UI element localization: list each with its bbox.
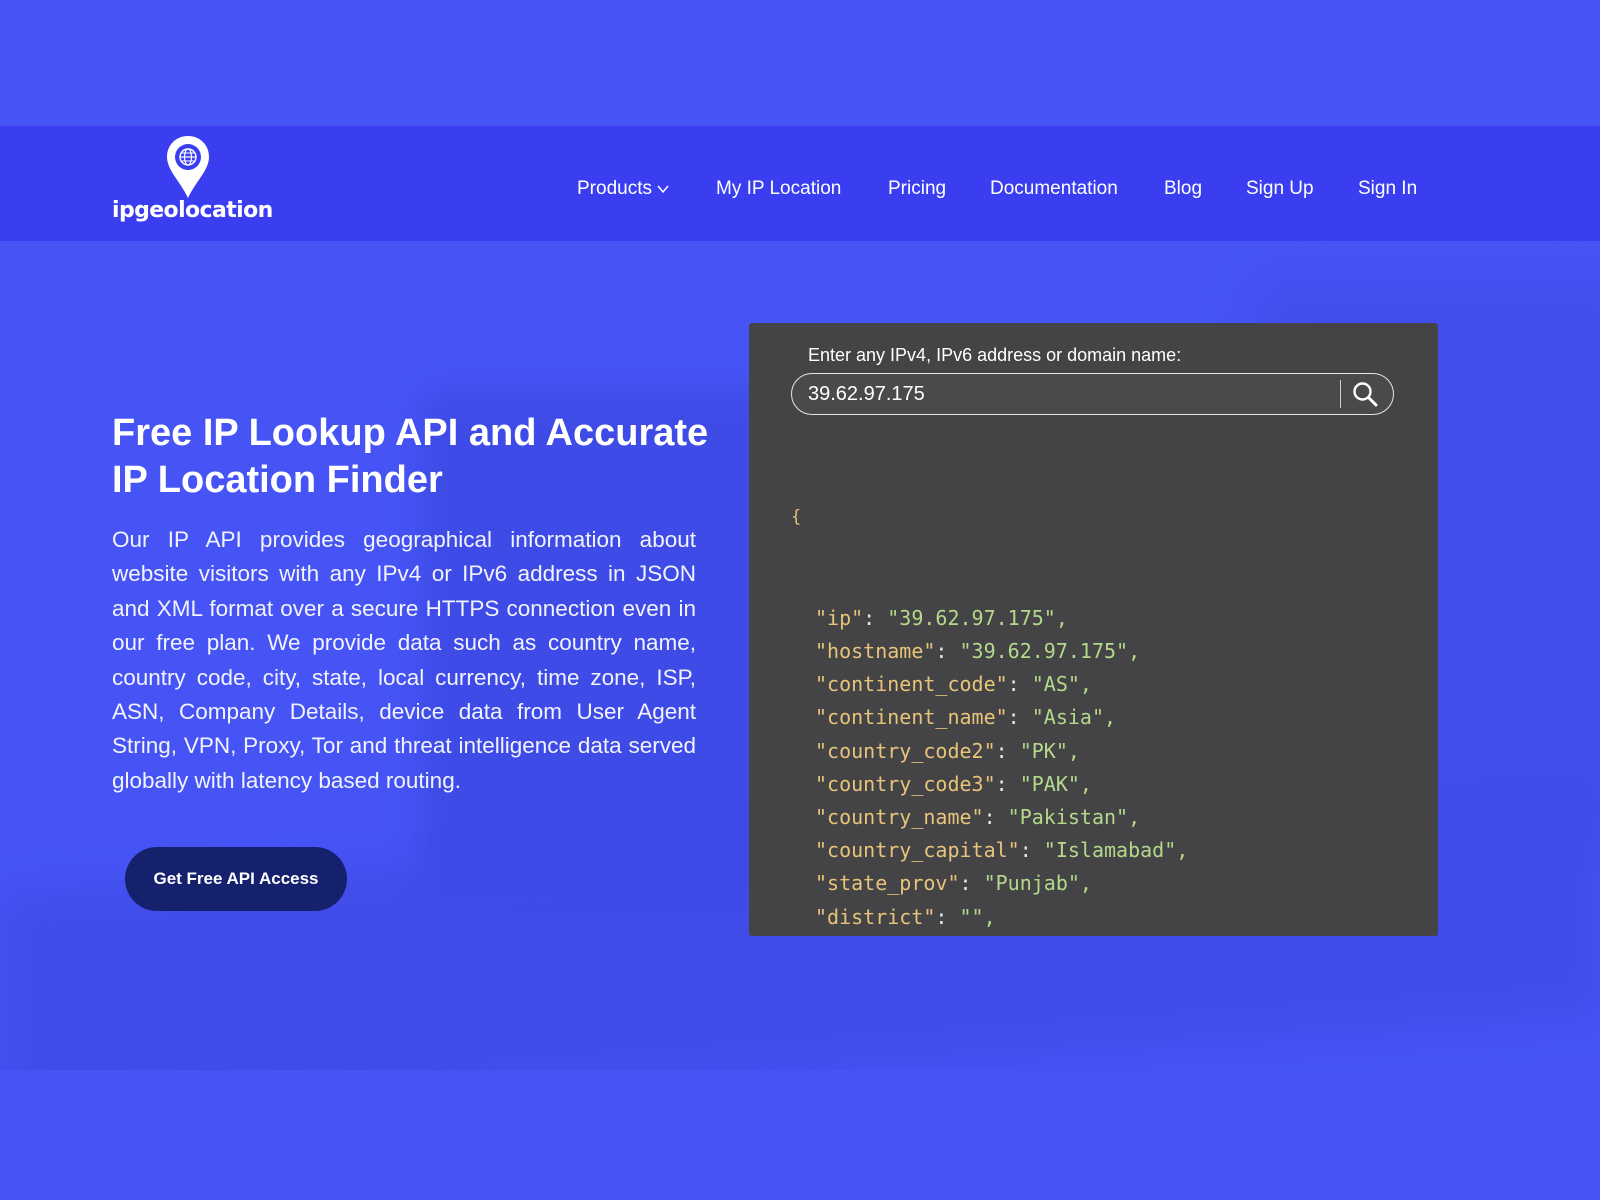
json-separator: : [1008, 705, 1032, 729]
nav-blog[interactable]: Blog [1164, 178, 1202, 200]
json-line: "city": "Lahore", [791, 934, 1188, 936]
json-line: "continent_code": "AS", [791, 668, 1188, 701]
json-value: "Islamabad", [1044, 838, 1189, 862]
json-value: "", [960, 905, 996, 929]
json-key: "continent_code" [815, 672, 1008, 696]
json-key: "continent_name" [815, 705, 1008, 729]
json-value: "Punjab", [984, 871, 1092, 895]
json-lines: "ip": "39.62.97.175","hostname": "39.62.… [791, 602, 1188, 936]
ip-lookup-panel: Enter any IPv4, IPv6 address or domain n… [749, 323, 1438, 936]
json-value: "Pakistan", [1008, 805, 1140, 829]
json-line: "state_prov": "Punjab", [791, 867, 1188, 900]
search-icon[interactable] [1351, 380, 1379, 408]
hero-description: Our IP API provides geographical informa… [112, 523, 696, 798]
json-key: "country_capital" [815, 838, 1020, 862]
get-free-api-access-button[interactable]: Get Free API Access [125, 847, 347, 911]
json-line: "country_code3": "PAK", [791, 768, 1188, 801]
json-value: "PAK", [1020, 772, 1092, 796]
json-value: "39.62.97.175", [960, 639, 1141, 663]
nav-my-ip-location[interactable]: My IP Location [716, 178, 841, 200]
json-open-brace: { [791, 507, 1188, 535]
json-value: "39.62.97.175", [887, 606, 1068, 630]
json-line: "country_name": "Pakistan", [791, 801, 1188, 834]
nav-products-label: Products [577, 178, 652, 199]
json-separator: : [996, 739, 1020, 763]
json-value: "AS", [1032, 672, 1092, 696]
json-line: "ip": "39.62.97.175", [791, 602, 1188, 635]
json-key: "hostname" [815, 639, 935, 663]
json-separator: : [935, 639, 959, 663]
json-key: "country_code2" [815, 739, 996, 763]
json-separator: : [863, 606, 887, 630]
nav-sign-in[interactable]: Sign In [1358, 178, 1417, 200]
json-separator: : [960, 871, 984, 895]
search-divider [1340, 380, 1341, 408]
json-line: "hostname": "39.62.97.175", [791, 635, 1188, 668]
json-line: "country_capital": "Islamabad", [791, 834, 1188, 867]
json-separator: : [984, 805, 1008, 829]
json-key: "ip" [815, 606, 863, 630]
ip-search-input[interactable] [808, 374, 1328, 414]
main-nav: Products My IP Location Pricing Document… [0, 178, 1600, 208]
nav-pricing[interactable]: Pricing [888, 178, 946, 200]
json-value: "PK", [1020, 739, 1080, 763]
site-header: ipgeolocation Products My IP Location Pr… [0, 126, 1600, 241]
lookup-label: Enter any IPv4, IPv6 address or domain n… [808, 345, 1181, 366]
json-key: "district" [815, 905, 935, 929]
json-separator: : [1020, 838, 1044, 862]
nav-documentation[interactable]: Documentation [990, 178, 1118, 200]
json-line: "country_code2": "PK", [791, 735, 1188, 768]
json-value: "Asia", [1032, 705, 1116, 729]
search-box [791, 373, 1394, 415]
json-line: "continent_name": "Asia", [791, 701, 1188, 734]
json-separator: : [935, 905, 959, 929]
json-result: { "ip": "39.62.97.175","hostname": "39.6… [791, 441, 1188, 936]
json-key: "state_prov" [815, 871, 960, 895]
json-key: "country_name" [815, 805, 984, 829]
hero-title: Free IP Lookup API and Accurate IP Locat… [112, 410, 732, 504]
json-key: "country_code3" [815, 772, 996, 796]
json-separator: : [996, 772, 1020, 796]
nav-sign-up[interactable]: Sign Up [1246, 178, 1314, 200]
chevron-down-icon [657, 184, 669, 194]
json-line: "district": "", [791, 901, 1188, 934]
json-separator: : [1008, 672, 1032, 696]
nav-products[interactable]: Products [577, 178, 669, 200]
